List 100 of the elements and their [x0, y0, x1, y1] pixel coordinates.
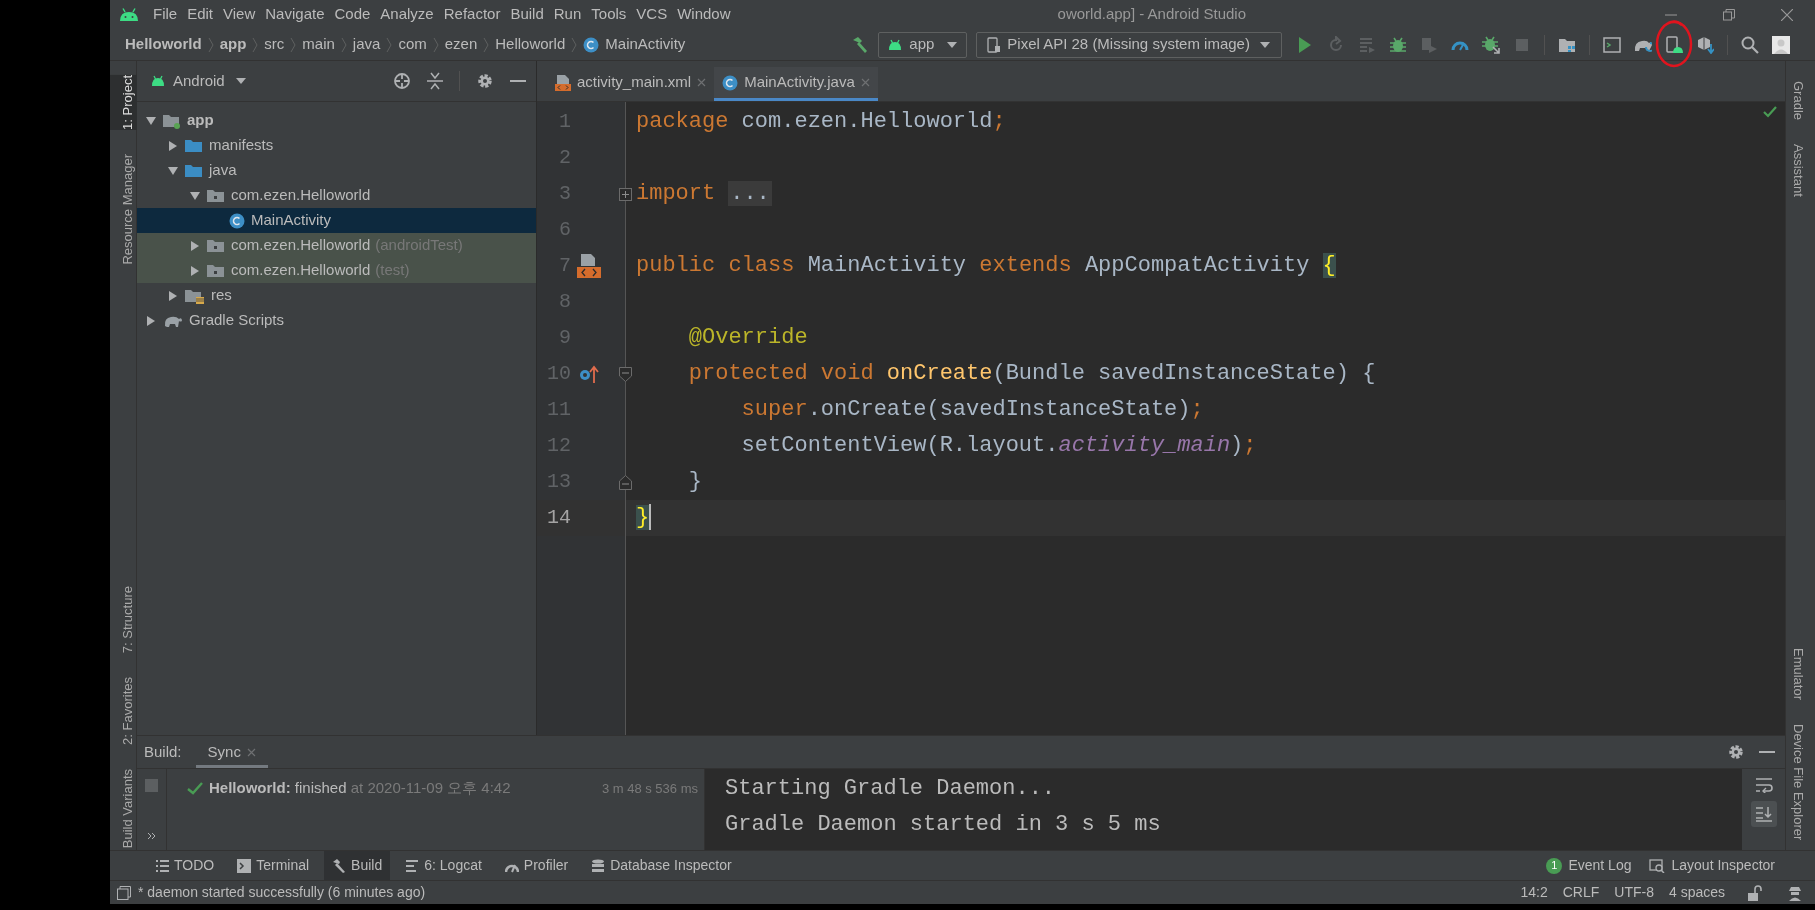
tool-window-tab[interactable]: Build Variants	[110, 768, 137, 848]
settings-icon[interactable]	[1727, 743, 1745, 761]
breadcrumb-item[interactable]: Helloworld	[495, 33, 566, 56]
view-dropdown[interactable]: Android	[150, 69, 247, 93]
tool-window-tab[interactable]: 1: Project	[110, 75, 137, 130]
menu-item[interactable]: Run	[548, 3, 587, 26]
hammer-icon[interactable]	[851, 35, 870, 54]
breadcrumb-item[interactable]: main	[302, 33, 335, 56]
terminal-window-icon[interactable]	[1603, 35, 1622, 54]
unlocked-icon[interactable]	[1748, 884, 1762, 901]
inspector-figure-icon[interactable]	[1787, 884, 1803, 901]
minimize-icon[interactable]	[1759, 750, 1775, 754]
status-message: * daemon started successfully (6 minutes ago)	[138, 883, 426, 902]
collapse-all-icon[interactable]	[427, 72, 443, 90]
tree-item[interactable]: res	[137, 283, 536, 308]
tool-window-tab[interactable]: Emulator	[1786, 647, 1815, 700]
tree-item[interactable]: manifests	[137, 133, 536, 158]
tool-window-tab[interactable]: 2: Favorites	[110, 676, 137, 745]
restore-icon[interactable]	[1723, 8, 1735, 21]
chevron-icon	[290, 36, 297, 53]
tool-window-tab[interactable]: Device File Explorer	[1786, 723, 1815, 840]
run-configuration-dropdown[interactable]: app	[878, 31, 968, 58]
collapsed-arrow-icon	[145, 314, 157, 327]
box-download-icon[interactable]	[1696, 35, 1715, 54]
menu-item[interactable]: File	[148, 3, 183, 26]
search-icon[interactable]	[1741, 35, 1760, 54]
android-icon	[887, 38, 904, 51]
device-dropdown[interactable]: Pixel API 28 (Missing system image)	[976, 31, 1283, 58]
tool-window-tab[interactable]: Gradle	[1786, 81, 1815, 121]
status-item[interactable]: 14:2	[1520, 882, 1548, 903]
line-number: 14	[546, 505, 571, 531]
layout-file-icon	[577, 254, 601, 278]
status-item[interactable]: UTF-8	[1614, 882, 1654, 903]
build-result-item[interactable]: Helloworld: finished at 2020-11-09 오후 4:42 3 m 48 s 536 ms	[187, 777, 698, 800]
menu-item[interactable]: Refactor	[438, 3, 506, 26]
status-item[interactable]: 4 spaces	[1668, 882, 1725, 903]
tool-window-button[interactable]: Terminal	[229, 850, 318, 881]
caret-icon	[946, 39, 959, 50]
package-folder-icon	[207, 187, 225, 204]
chevron-icon	[207, 36, 214, 53]
tree-item[interactable]: com.ezen.Helloworld	[137, 183, 536, 208]
terminal-icon	[237, 858, 252, 873]
fold-end-icon[interactable]	[619, 474, 632, 490]
tool-window-button[interactable]: Database Inspector	[583, 850, 740, 881]
breadcrumb-item[interactable]: app	[219, 33, 247, 56]
avatar-icon[interactable]	[1772, 35, 1791, 54]
menu-item[interactable]: Tools	[586, 3, 632, 26]
fold-expand-icon[interactable]	[619, 187, 632, 201]
panel-toggle-icon[interactable]	[117, 885, 131, 900]
breadcrumb-item[interactable]: Helloworld	[125, 33, 202, 56]
tool-window-button[interactable]: 6: Logcat	[397, 850, 490, 881]
menu-item[interactable]: Build	[505, 3, 549, 26]
menu-item[interactable]: VCS	[631, 3, 673, 26]
breadcrumb-item[interactable]: com	[398, 33, 427, 56]
breadcrumb-item[interactable]: ezen	[444, 33, 478, 56]
tree-item[interactable]: Gradle Scripts	[137, 308, 536, 333]
menu-item[interactable]: View	[218, 3, 261, 26]
caret-icon	[234, 76, 247, 86]
tool-window-button[interactable]: Layout Inspector	[1649, 855, 1775, 876]
collapsed-arrow-icon	[167, 289, 179, 302]
menu-item[interactable]: Analyze	[375, 3, 439, 26]
fold-start-icon[interactable]	[619, 366, 632, 382]
tree-item[interactable]: MainActivity	[137, 208, 536, 233]
scroll-to-end-button[interactable]	[1750, 801, 1777, 827]
code-line: public class MainActivity extends AppCompatActivity {	[636, 252, 1336, 280]
bug-icon[interactable]	[1389, 35, 1408, 54]
tree-item[interactable]: app	[137, 108, 536, 133]
crosshair-icon[interactable]	[393, 72, 411, 90]
panel-tab[interactable]: Sync	[195, 740, 268, 768]
tree-item[interactable]: java	[137, 158, 536, 183]
tool-window-button[interactable]: Profiler	[496, 850, 577, 881]
breadcrumb-item[interactable]: java	[352, 33, 381, 56]
status-item[interactable]: CRLF	[1562, 882, 1600, 903]
settings-icon[interactable]	[476, 72, 494, 90]
tool-window-button[interactable]: TODO	[147, 850, 223, 881]
tool-window-tab[interactable]: Assistant	[1786, 144, 1815, 197]
editor-tab[interactable]: MainActivity.java	[714, 67, 878, 101]
class-icon	[583, 36, 600, 53]
menu-item[interactable]: Navigate	[260, 3, 330, 26]
tool-window-button[interactable]: 1 Event Log	[1546, 855, 1632, 876]
chevron-icon	[571, 36, 578, 53]
chevron-icon	[386, 36, 393, 53]
menu-item[interactable]: Code	[329, 3, 376, 26]
more-icon[interactable]	[146, 832, 157, 840]
collapsed-arrow-icon	[189, 264, 201, 277]
breadcrumb-item[interactable]: MainActivity	[605, 33, 686, 56]
soft-wrap-icon[interactable]	[1754, 777, 1773, 793]
close-icon[interactable]	[1781, 8, 1793, 21]
menu-item[interactable]: Window	[672, 3, 736, 26]
tool-window-tab[interactable]: 7: Structure	[110, 585, 137, 653]
phone-android-icon[interactable]	[1665, 35, 1684, 54]
menu-item[interactable]: Edit	[182, 3, 219, 26]
bug-arrow-icon[interactable]	[1482, 35, 1501, 54]
chevron-icon	[483, 36, 490, 53]
minimize-icon[interactable]	[510, 79, 526, 83]
scroll-to-end-icon	[1754, 806, 1773, 822]
tool-window-button[interactable]: Build	[324, 850, 391, 881]
tool-window-tab[interactable]: Resource Manager	[110, 153, 137, 265]
editor-tab[interactable]: activity_main.xml	[547, 67, 715, 101]
breadcrumb-item[interactable]: src	[264, 33, 285, 56]
